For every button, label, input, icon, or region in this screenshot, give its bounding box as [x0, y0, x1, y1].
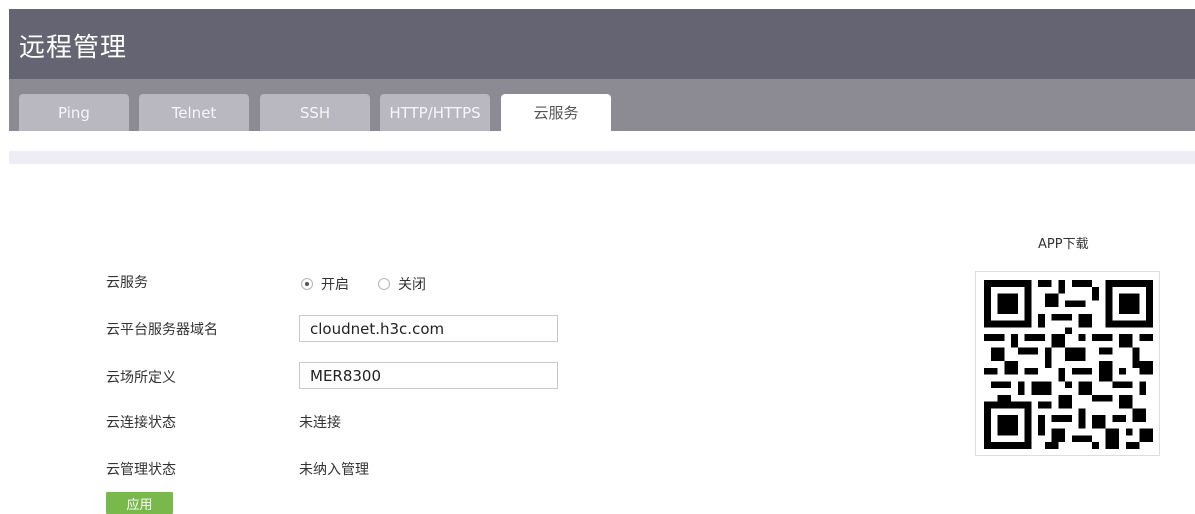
site-name-input[interactable]: [299, 362, 558, 389]
server-domain-input[interactable]: [299, 315, 558, 342]
app-download-label: APP下载: [1038, 237, 1089, 252]
page-header: 远程管理: [9, 9, 1195, 79]
page-title: 远程管理: [19, 33, 128, 63]
manage-status-label: 云管理状态: [106, 462, 176, 478]
site-name-label: 云场所定义: [106, 370, 176, 386]
radio-enable-label: 开启: [321, 277, 349, 293]
qr-code-frame: [975, 271, 1160, 456]
connect-status-label: 云连接状态: [106, 415, 176, 431]
tab-telnet[interactable]: Telnet: [139, 94, 249, 131]
server-domain-label: 云平台服务器域名: [106, 322, 218, 338]
tab-ping[interactable]: Ping: [19, 94, 129, 131]
tab-http-https[interactable]: HTTP/HTTPS: [380, 94, 490, 131]
tab-cloud-service[interactable]: 云服务: [501, 94, 611, 131]
connect-status-value: 未连接: [299, 415, 341, 431]
tab-ssh[interactable]: SSH: [260, 94, 370, 131]
radio-enable[interactable]: 开启: [301, 274, 349, 294]
manage-status-value: 未纳入管理: [299, 462, 369, 478]
tab-bar: Ping Telnet SSH HTTP/HTTPS 云服务: [9, 79, 1195, 131]
radio-disable-label: 关闭: [398, 277, 426, 293]
qr-code-icon: [984, 280, 1153, 449]
apply-button[interactable]: 应用: [106, 492, 173, 514]
cloud-service-label: 云服务: [106, 275, 148, 291]
radio-unchecked-icon: [378, 278, 390, 290]
radio-checked-icon: [301, 278, 313, 290]
radio-disable[interactable]: 关闭: [378, 274, 426, 294]
section-divider: [9, 151, 1195, 164]
